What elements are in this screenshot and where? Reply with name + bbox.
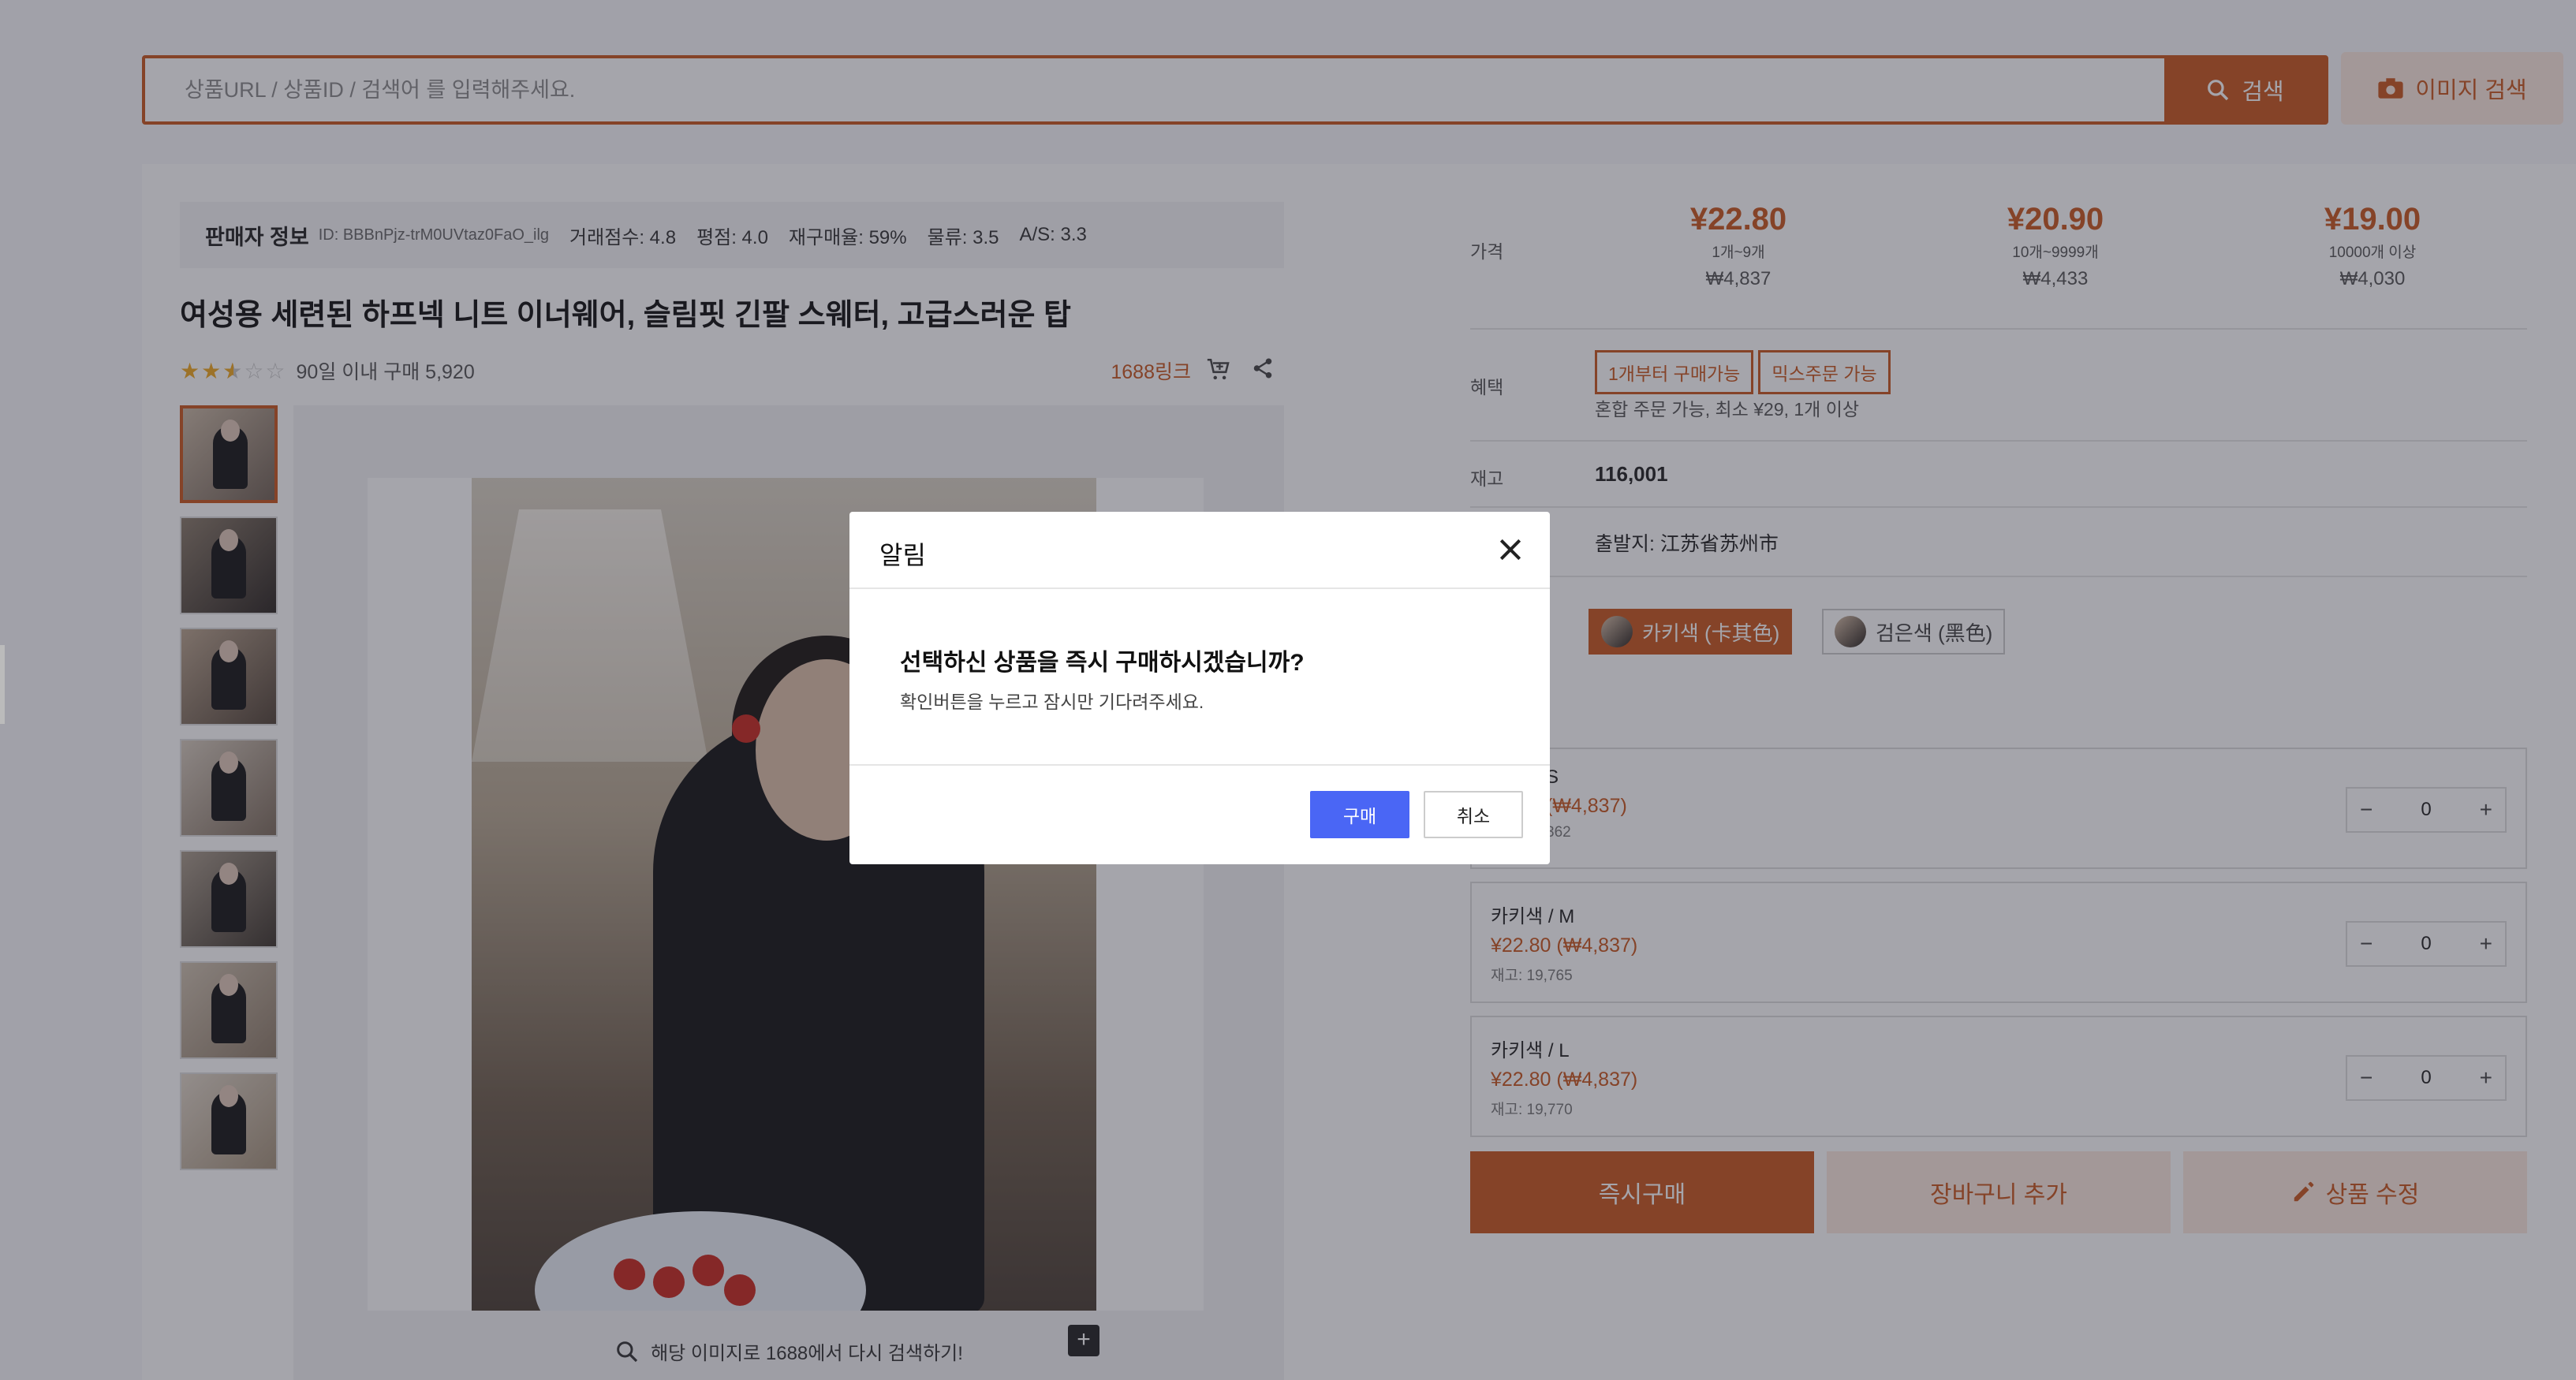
- confirm-buy-label: 구매: [1342, 806, 1377, 826]
- side-tab[interactable]: [0, 645, 5, 724]
- dialog-divider: [849, 764, 1550, 766]
- confirm-buy-button[interactable]: 구매: [1310, 791, 1409, 838]
- product-page: 검색 이미지 검색 판매자 정보 ID: BBBnPjz-trM0UVtaz0F…: [0, 0, 2576, 1380]
- dialog-question: 선택하신 상품을 즉시 구매하시겠습니까?: [900, 650, 1305, 676]
- close-icon[interactable]: [1495, 534, 1526, 565]
- dialog-header: 알림: [849, 512, 1550, 589]
- dialog-subtext: 확인버튼을 누르고 잠시만 기다려주세요.: [900, 692, 1204, 712]
- cancel-label: 취소: [1456, 806, 1491, 826]
- dialog-title: 알림: [879, 541, 926, 569]
- confirm-dialog: 알림 선택하신 상품을 즉시 구매하시겠습니까? 확인버튼을 누르고 잠시만 기…: [849, 512, 1550, 864]
- cancel-button[interactable]: 취소: [1424, 791, 1523, 838]
